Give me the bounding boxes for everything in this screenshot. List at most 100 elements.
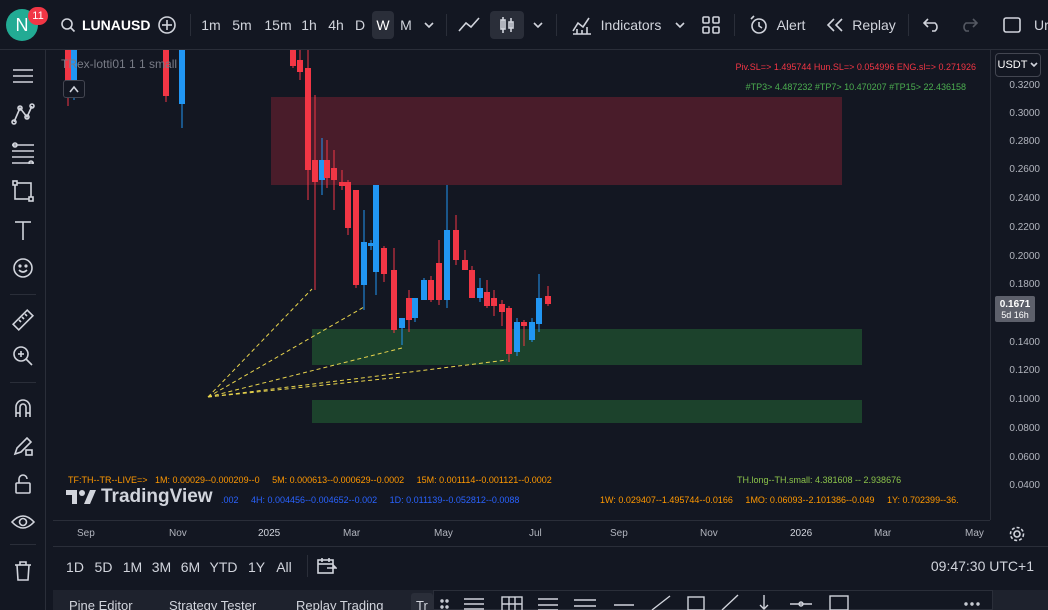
th-long-info: TH.long--TH.small: 4.381608 -- 2.938676 bbox=[737, 475, 902, 485]
floating-drawing-toolbar bbox=[433, 590, 993, 610]
candle-body bbox=[331, 168, 337, 180]
zoom-tool[interactable] bbox=[9, 342, 37, 370]
price-axis[interactable]: USDT 0.3200 0.3000 0.2800 0.2600 0.2400 0.220… bbox=[990, 50, 1048, 520]
candles-chart-button[interactable] bbox=[490, 11, 524, 39]
redo-button[interactable] bbox=[955, 11, 983, 39]
candle-body bbox=[469, 270, 475, 298]
candle-body bbox=[297, 60, 303, 72]
crosshair-tool[interactable] bbox=[9, 62, 37, 90]
demand-zone-upper bbox=[312, 329, 862, 365]
remove-drawings-tool[interactable] bbox=[9, 557, 37, 585]
measure-tool[interactable] bbox=[9, 306, 37, 334]
candle-body bbox=[324, 160, 330, 178]
candle-body bbox=[506, 308, 512, 354]
fib-tool[interactable] bbox=[9, 139, 37, 167]
collapse-legend-button[interactable] bbox=[63, 80, 85, 98]
tf-w[interactable]: W bbox=[372, 11, 394, 39]
price-tick: 0.1200 bbox=[1009, 365, 1040, 376]
keep-drawing-tool[interactable] bbox=[9, 432, 37, 460]
range-1y[interactable]: 1Y bbox=[242, 557, 271, 577]
separator bbox=[556, 14, 557, 36]
magnet-icon bbox=[15, 399, 31, 417]
range-1d[interactable]: 1D bbox=[61, 557, 89, 577]
candle-body bbox=[290, 50, 296, 66]
alert-button[interactable]: Alert bbox=[744, 11, 810, 39]
current-price: 0.1671 bbox=[999, 298, 1031, 310]
replay-label: Replay bbox=[852, 17, 896, 33]
tf-15m[interactable]: 15m bbox=[261, 11, 295, 39]
compare-add-button[interactable] bbox=[154, 11, 180, 39]
tf-m[interactable]: M bbox=[395, 11, 417, 39]
fullscreen-button[interactable] bbox=[1000, 11, 1024, 39]
trend-line-icon bbox=[11, 103, 35, 125]
chart-type-dropdown[interactable] bbox=[528, 11, 548, 39]
chart-settings-button[interactable] bbox=[1006, 524, 1028, 544]
candles bbox=[65, 50, 551, 362]
time-axis[interactable]: Sep Nov 2025 Mar May Jul Sep Nov 2026 Mar May bbox=[53, 520, 990, 546]
price-tick: 0.2600 bbox=[1009, 164, 1040, 175]
window-icon bbox=[1003, 17, 1021, 33]
tf-d[interactable]: D bbox=[350, 11, 370, 39]
tf-5m[interactable]: 5m bbox=[229, 11, 255, 39]
candle-body bbox=[491, 298, 497, 306]
price-tick: 0.3000 bbox=[1009, 108, 1040, 119]
indicators-dropdown[interactable] bbox=[672, 11, 688, 39]
user-menu-truncated[interactable]: Ur bbox=[1034, 11, 1048, 39]
tf-1h[interactable]: 1h bbox=[298, 11, 320, 39]
ruler-icon bbox=[11, 308, 35, 332]
emoji-tool[interactable] bbox=[9, 254, 37, 282]
trend-line-tool[interactable] bbox=[9, 100, 37, 128]
range-1m[interactable]: 1M bbox=[118, 557, 147, 577]
price-tick: 0.2200 bbox=[1009, 222, 1040, 233]
tf-info-line2a: .002 4H: 0.004456--0.004652--0.002 1D: 0… bbox=[221, 495, 520, 505]
indicators-button[interactable]: Indicators bbox=[566, 11, 666, 39]
tab-truncated[interactable]: Tr bbox=[411, 593, 433, 610]
rectangle-tool-icon bbox=[12, 180, 34, 202]
currency-label: USDT bbox=[997, 59, 1028, 71]
line-chart-button[interactable] bbox=[454, 11, 484, 39]
range-all[interactable]: All bbox=[271, 557, 297, 577]
tab-pine-editor[interactable]: Pine Editor bbox=[69, 598, 133, 610]
range-3m[interactable]: 3M bbox=[147, 557, 176, 577]
separator bbox=[190, 14, 191, 36]
shape-tool[interactable] bbox=[9, 177, 37, 205]
text-tool[interactable] bbox=[9, 216, 37, 244]
bottom-panel-tabs: Pine Editor Strategy Tester Replay Tradi… bbox=[53, 590, 1048, 610]
tab-replay-trading[interactable]: Replay Trading bbox=[296, 598, 383, 610]
redo-icon bbox=[963, 18, 978, 32]
undo-button[interactable] bbox=[918, 11, 946, 39]
tf-4h[interactable]: 4h bbox=[325, 11, 347, 39]
separator bbox=[10, 382, 36, 383]
magnet-tool[interactable] bbox=[9, 394, 37, 422]
replay-button[interactable]: Replay bbox=[824, 11, 898, 39]
tf-1m[interactable]: 1m bbox=[198, 11, 224, 39]
floating-tools bbox=[440, 594, 980, 610]
time-tick: Nov bbox=[700, 528, 718, 539]
separator bbox=[10, 544, 36, 545]
currency-selector[interactable]: USDT bbox=[995, 53, 1041, 77]
range-6m[interactable]: 6M bbox=[176, 557, 205, 577]
range-5d[interactable]: 5D bbox=[89, 557, 118, 577]
candle-body bbox=[406, 298, 412, 320]
lock-drawings-tool[interactable] bbox=[9, 470, 37, 498]
indicators-label: Indicators bbox=[600, 17, 662, 33]
indicator-legend[interactable]: TRex-lotti01 1 1 small bbox=[61, 57, 177, 71]
symbol-search[interactable]: LUNAUSD bbox=[60, 11, 150, 39]
clock[interactable]: 09:47:30 UTC+1 bbox=[931, 558, 1034, 574]
price-tick: 0.3200 bbox=[1009, 80, 1040, 91]
candle-body bbox=[345, 182, 351, 228]
separator bbox=[10, 294, 36, 295]
gear-icon bbox=[1009, 526, 1025, 542]
hide-drawings-tool[interactable] bbox=[9, 508, 37, 536]
layouts-button[interactable] bbox=[698, 11, 724, 39]
grid-layout-icon bbox=[702, 16, 720, 34]
chevron-up-icon bbox=[69, 85, 79, 93]
goto-date-button[interactable] bbox=[315, 555, 339, 577]
tab-strategy-tester[interactable]: Strategy Tester bbox=[169, 598, 256, 610]
time-tick: Jul bbox=[529, 528, 542, 539]
candle-body bbox=[453, 230, 459, 260]
eye-icon bbox=[11, 515, 35, 529]
timeframe-dropdown[interactable] bbox=[419, 11, 439, 39]
chart-pane[interactable]: TRex-lotti01 1 1 small Piv.SL=> 1.495744… bbox=[53, 50, 990, 520]
range-ytd[interactable]: YTD bbox=[205, 557, 242, 577]
